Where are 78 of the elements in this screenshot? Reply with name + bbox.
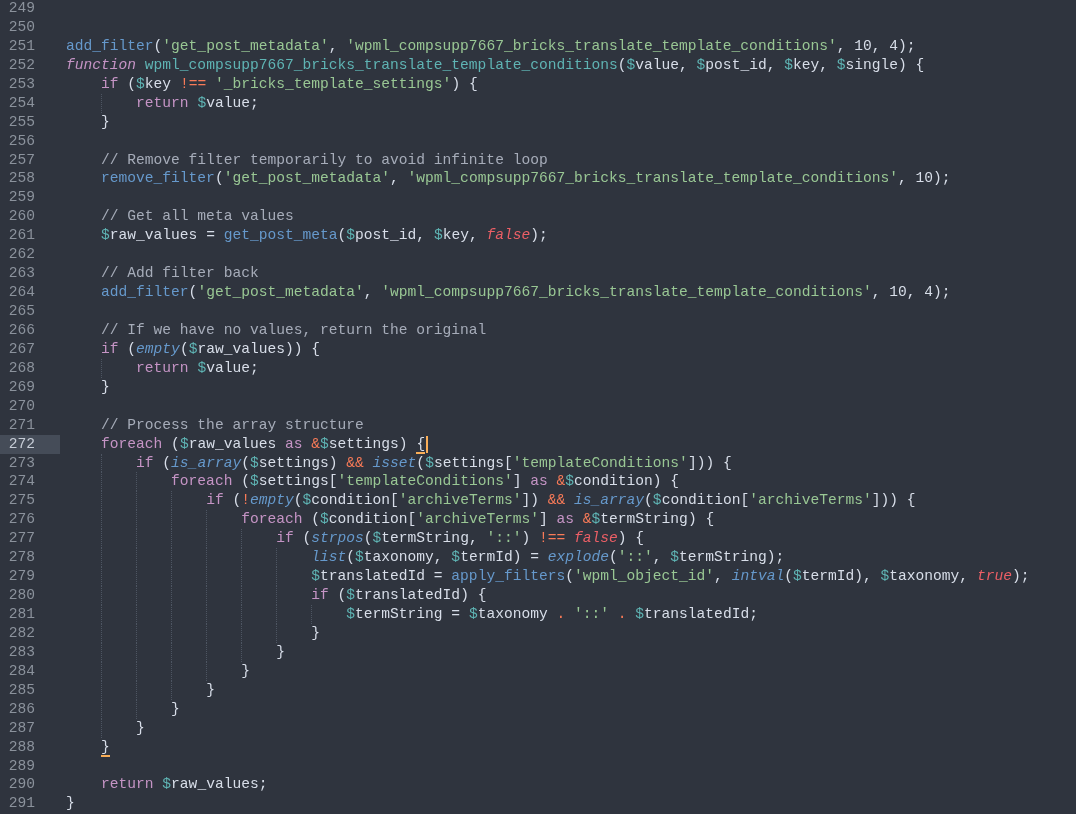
- code-line: // Add filter back: [100, 264, 259, 284]
- line-number: 253: [7, 74, 36, 94]
- line-number: 275: [7, 491, 36, 511]
- code-line: return $value;: [135, 358, 259, 378]
- code-line: list($taxonomy, $termId) = explode('::', $termString);: [310, 548, 785, 568]
- code-line: // Get all meta values: [100, 207, 294, 227]
- line-number: 272: [0, 434, 60, 454]
- code-line: if (empty($raw_values)) {: [100, 339, 320, 359]
- code-line: remove_filter('get_post_metadata', 'wpml_compsupp7667_bricks_translate_template_conditions', 10);: [100, 169, 951, 189]
- code-line: if (!empty($condition['archiveTerms']) && is_array($condition['archiveTerms'])) {: [205, 491, 916, 511]
- line-number: 252: [7, 55, 36, 75]
- code-editor[interactable]: [0, 0, 1076, 814]
- line-number: 260: [7, 207, 36, 227]
- line-number: 254: [7, 93, 36, 113]
- line-number: 279: [7, 567, 36, 587]
- line-number: 261: [7, 226, 36, 246]
- code-line: $termString = $taxonomy . '::' . $translatedId;: [345, 605, 758, 624]
- code-line: $translatedId = apply_filters('wpml_object_id', intval($termId), $taxonomy, true);: [310, 567, 1030, 587]
- code-line: return $raw_values;: [100, 775, 268, 795]
- line-number: 282: [7, 623, 36, 643]
- line-number: 291: [7, 794, 36, 814]
- code-line: // Process the array structure: [100, 415, 364, 435]
- code-line: if (is_array($settings) && isset($settings['templateConditions'])) {: [135, 453, 732, 473]
- line-number: 259: [7, 188, 36, 208]
- line-number: 280: [7, 586, 36, 605]
- code-line: }: [100, 737, 110, 757]
- line-number: 285: [7, 680, 36, 700]
- line-number: 249: [7, 0, 36, 18]
- line-number: 278: [7, 548, 36, 568]
- line-number: 256: [7, 131, 36, 151]
- code-line: // Remove filter temporarily to avoid infinite loop: [100, 150, 548, 170]
- line-number: 263: [7, 264, 36, 284]
- code-line: }: [310, 623, 320, 643]
- line-number: 255: [7, 112, 36, 132]
- code-line: }: [240, 661, 250, 681]
- line-number: 277: [7, 529, 36, 549]
- code-line: }: [275, 642, 285, 662]
- code-line: if ($key !== '_bricks_template_settings') {: [100, 74, 478, 94]
- code-line: foreach ($condition['archiveTerms'] as &$termString) {: [240, 510, 715, 530]
- line-number: 267: [7, 339, 36, 359]
- code-line: function wpml_compsupp7667_bricks_translate_template_conditions($value, $post_id, $key, $single) {: [66, 55, 925, 75]
- line-number: 258: [7, 169, 36, 189]
- code-line: }: [205, 680, 215, 700]
- code-line: add_filter('get_post_metadata', 'wpml_compsupp7667_bricks_translate_template_conditions', 10, 4);: [100, 283, 951, 302]
- code-line: $raw_values = get_post_meta($post_id, $key, false);: [100, 226, 548, 246]
- line-number: 276: [7, 510, 36, 530]
- line-number: 286: [7, 699, 36, 719]
- code-line: // If we have no values, return the original: [100, 320, 487, 340]
- line-number: 281: [7, 605, 36, 624]
- code-line: add_filter('get_post_metadata', 'wpml_compsupp7667_bricks_translate_template_conditions', 10, 4);: [66, 36, 916, 56]
- line-number: 271: [7, 415, 36, 435]
- code-line: }: [66, 794, 75, 814]
- code-line: }: [135, 718, 145, 738]
- line-number: 274: [7, 472, 36, 492]
- code-line: if ($translatedId) {: [310, 586, 487, 605]
- code-line: }: [100, 377, 110, 397]
- line-number: 273: [7, 453, 36, 473]
- line-number: 266: [7, 320, 36, 340]
- line-number: 288: [7, 737, 36, 757]
- line-number: 287: [7, 718, 36, 738]
- line-number: 262: [7, 245, 36, 265]
- code-line: foreach ($settings['templateConditions'] as &$condition) {: [170, 472, 680, 492]
- code-line: }: [170, 699, 180, 719]
- code-line: }: [100, 112, 110, 132]
- code-line: if (strpos($termString, '::') !== false) {: [275, 529, 645, 549]
- line-number: 289: [7, 756, 36, 776]
- line-number: 269: [7, 377, 36, 397]
- code-line: return $value;: [135, 93, 259, 113]
- line-number: 268: [7, 358, 36, 378]
- line-number: 283: [7, 642, 36, 662]
- line-number: 270: [7, 396, 36, 416]
- line-number: 265: [7, 302, 36, 321]
- line-number: 250: [7, 17, 36, 37]
- line-number: 264: [7, 283, 36, 302]
- line-number: 284: [7, 661, 36, 681]
- line-number: 257: [7, 150, 36, 170]
- line-number: 290: [7, 775, 36, 795]
- line-number: 251: [7, 36, 36, 56]
